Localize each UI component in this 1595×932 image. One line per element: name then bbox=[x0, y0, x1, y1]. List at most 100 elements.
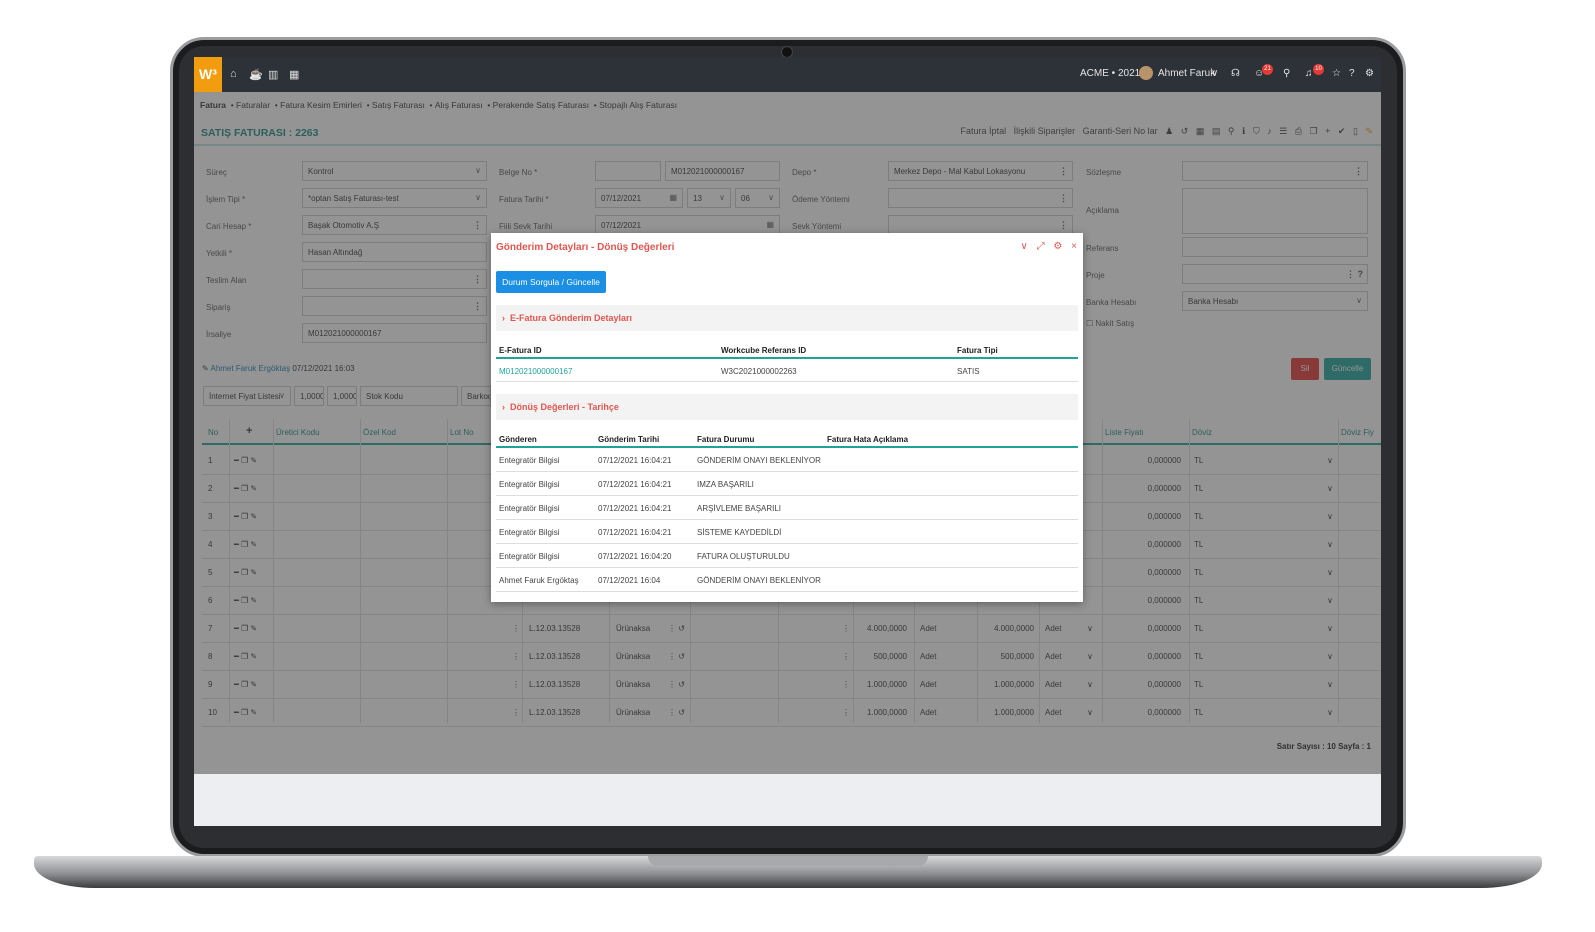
barcode-input[interactable]: Barkod bbox=[461, 386, 491, 406]
stock-code-input[interactable]: Stok Kodu bbox=[360, 386, 458, 406]
breadcrumb-item[interactable]: Perakende Satış Faturası bbox=[493, 100, 589, 110]
kebab-icon[interactable]: ⋮ bbox=[842, 652, 850, 661]
surec-select[interactable]: Kontrol ∨ bbox=[302, 161, 487, 181]
table-row[interactable]: 10 ━ ❐ ✎ ⋮ L.12.03.13528 Ürünaksa ⋮ ↺ ⋮ … bbox=[202, 699, 1381, 727]
headset-icon[interactable]: ☊ bbox=[1231, 68, 1240, 79]
person-icon[interactable]: ♟ bbox=[1165, 126, 1173, 136]
company-selector[interactable]: ACME • 2021 bbox=[1080, 68, 1140, 79]
query-status-button[interactable]: Durum Sorgula / Güncelle bbox=[496, 271, 606, 293]
table-row[interactable]: 9 ━ ❐ ✎ ⋮ L.12.03.13528 Ürünaksa ⋮ ↺ ⋮ 1… bbox=[202, 671, 1381, 699]
chevron-down-icon[interactable]: ∨ bbox=[1327, 708, 1333, 717]
collapse-icon[interactable]: ∨ bbox=[1021, 241, 1028, 252]
gear-icon[interactable]: ⚙ bbox=[1053, 241, 1062, 252]
rate2-field[interactable]: 1,0000 bbox=[327, 386, 357, 406]
kebab-icon[interactable]: ⋮ bbox=[1059, 193, 1068, 204]
proje-field[interactable]: ⋮ ? bbox=[1182, 264, 1368, 284]
grid-icon[interactable]: ▦ bbox=[1196, 126, 1205, 136]
list-icon[interactable]: ☰ bbox=[1279, 126, 1287, 136]
chevron-down-icon[interactable]: ∨ bbox=[1327, 568, 1333, 577]
yetkili-field[interactable]: Hasan Altındağ bbox=[302, 242, 487, 262]
row-actions[interactable]: ━ ❐ ✎ bbox=[234, 540, 257, 549]
row-actions[interactable]: ━ ❐ ✎ bbox=[234, 652, 257, 661]
breadcrumb-root[interactable]: Fatura bbox=[200, 100, 226, 110]
efatura-id-link[interactable]: M012021000000167 bbox=[499, 367, 572, 376]
app-logo[interactable]: W³ bbox=[194, 57, 222, 92]
row-actions[interactable]: ━ ❐ ✎ bbox=[234, 596, 257, 605]
undo-icon[interactable]: ↺ bbox=[1181, 126, 1189, 136]
kebab-icon[interactable]: ⋮ ? bbox=[1346, 269, 1363, 280]
fatura-tarihi-field[interactable]: 07/12/2021 ▦ bbox=[595, 188, 683, 208]
referans-field[interactable] bbox=[1182, 237, 1368, 257]
edit-icon[interactable]: ✎ bbox=[1365, 126, 1373, 136]
row-product-actions[interactable]: ⋮ ↺ bbox=[668, 652, 685, 661]
calendar-icon[interactable]: ▦ bbox=[289, 68, 299, 81]
close-icon[interactable]: × bbox=[1071, 241, 1077, 252]
kebab-icon[interactable]: ⋮ bbox=[512, 708, 520, 717]
kebab-icon[interactable]: ⋮ bbox=[512, 652, 520, 661]
chevron-down-icon[interactable]: ∨ bbox=[1087, 624, 1093, 633]
table-row[interactable]: 8 ━ ❐ ✎ ⋮ L.12.03.13528 Ürünaksa ⋮ ↺ ⋮ 5… bbox=[202, 643, 1381, 671]
calendar-icon[interactable]: ▦ bbox=[766, 220, 774, 229]
coffee-icon[interactable]: ☕ bbox=[249, 68, 263, 81]
search-icon[interactable]: ⚲ bbox=[1283, 68, 1290, 79]
kebab-icon[interactable]: ⋮ bbox=[842, 680, 850, 689]
check-icon[interactable]: ✔ bbox=[1338, 126, 1346, 136]
copy-icon[interactable]: ❐ bbox=[1310, 126, 1318, 136]
irsaliye-field[interactable]: M012021000000167 bbox=[302, 323, 487, 343]
chevron-down-icon[interactable]: ∨ bbox=[1327, 624, 1333, 633]
document-icon[interactable]: ▯ bbox=[1353, 126, 1358, 136]
section-efatura[interactable]: › E-Fatura Gönderim Detayları bbox=[496, 305, 1078, 331]
calendar-icon[interactable]: ▦ bbox=[669, 193, 677, 202]
row-actions[interactable]: ━ ❐ ✎ bbox=[234, 708, 257, 717]
add-icon[interactable]: + bbox=[1325, 126, 1330, 136]
kebab-icon[interactable]: ⋮ bbox=[1059, 220, 1068, 231]
row-product-actions[interactable]: ⋮ ↺ bbox=[668, 624, 685, 633]
minute-select[interactable]: 06 ∨ bbox=[735, 188, 780, 208]
row-actions[interactable]: ━ ❐ ✎ bbox=[234, 456, 257, 465]
depo-field[interactable]: Merkez Depo - Mal Kabul Lokasyonu ⋮ bbox=[888, 161, 1073, 181]
kebab-icon[interactable]: ⋮ bbox=[512, 624, 520, 633]
kebab-icon[interactable]: ⋮ bbox=[473, 274, 482, 285]
bell-icon[interactable]: ♪ bbox=[1267, 126, 1272, 136]
chevron-down-icon[interactable]: ∨ bbox=[1327, 652, 1333, 661]
row-actions[interactable]: ━ ❐ ✎ bbox=[234, 680, 257, 689]
home-icon[interactable]: ⌂ bbox=[230, 68, 237, 80]
chevron-down-icon[interactable]: ∨ bbox=[1327, 512, 1333, 521]
rate1-field[interactable]: 1,0000 bbox=[294, 386, 324, 406]
breadcrumb-item[interactable]: Stopajlı Alış Faturası bbox=[599, 100, 677, 110]
kebab-icon[interactable]: ⋮ bbox=[842, 708, 850, 717]
shield-icon[interactable]: ⛉ bbox=[1253, 126, 1260, 136]
chevron-down-icon[interactable]: ∨ bbox=[1087, 680, 1093, 689]
nakit-checkbox[interactable]: ☐ Nakit Satış bbox=[1086, 319, 1134, 328]
sevk-tarihi-field[interactable]: 07/12/2021 ▦ bbox=[595, 215, 780, 235]
row-actions[interactable]: ━ ❐ ✎ bbox=[234, 484, 257, 493]
kebab-icon[interactable]: ⋮ bbox=[473, 220, 482, 231]
teslim-field[interactable]: ⋮ bbox=[302, 269, 487, 289]
row-actions[interactable]: ━ ❐ ✎ bbox=[234, 512, 257, 521]
star-icon[interactable]: ☆ bbox=[1332, 68, 1341, 79]
expand-icon[interactable]: ⤢ bbox=[1037, 241, 1045, 252]
breadcrumb-item[interactable]: Fatura Kesim Emirleri bbox=[280, 100, 362, 110]
islem-select[interactable]: *optan Satış Faturası-test ∨ bbox=[302, 188, 487, 208]
user-menu[interactable]: Ahmet Faruk bbox=[1158, 68, 1215, 79]
row-product-actions[interactable]: ⋮ ↺ bbox=[668, 680, 685, 689]
siparis-field[interactable]: ⋮ bbox=[302, 296, 487, 316]
calculator-icon[interactable]: ▤ bbox=[1212, 126, 1221, 136]
section-history[interactable]: › Dönüş Değerleri - Tarihçe bbox=[496, 394, 1078, 420]
info-icon[interactable]: ℹ bbox=[1242, 126, 1245, 136]
chevron-down-icon[interactable]: ∨ bbox=[1327, 456, 1333, 465]
chevron-down-icon[interactable]: ∨ bbox=[1211, 68, 1218, 79]
iliskili-siparisler-link[interactable]: İlişkili Siparişler bbox=[1014, 126, 1076, 136]
odeme-field[interactable]: ⋮ bbox=[888, 188, 1073, 208]
garanti-seri-link[interactable]: Garanti-Seri No lar bbox=[1083, 126, 1158, 136]
row-actions[interactable]: ━ ❐ ✎ bbox=[234, 624, 257, 633]
sevk-yontemi-field[interactable]: ⋮ bbox=[888, 215, 1073, 235]
row-actions[interactable]: ━ ❐ ✎ bbox=[234, 568, 257, 577]
update-button[interactable]: Güncelle bbox=[1324, 358, 1371, 380]
belge-prefix-field[interactable] bbox=[595, 161, 661, 181]
aciklama-textarea[interactable] bbox=[1182, 188, 1368, 234]
help-icon[interactable]: ? bbox=[1349, 68, 1355, 79]
chevron-down-icon[interactable]: ∨ bbox=[1087, 652, 1093, 661]
kebab-icon[interactable]: ⋮ bbox=[473, 301, 482, 312]
kebab-icon[interactable]: ⋮ bbox=[842, 624, 850, 633]
